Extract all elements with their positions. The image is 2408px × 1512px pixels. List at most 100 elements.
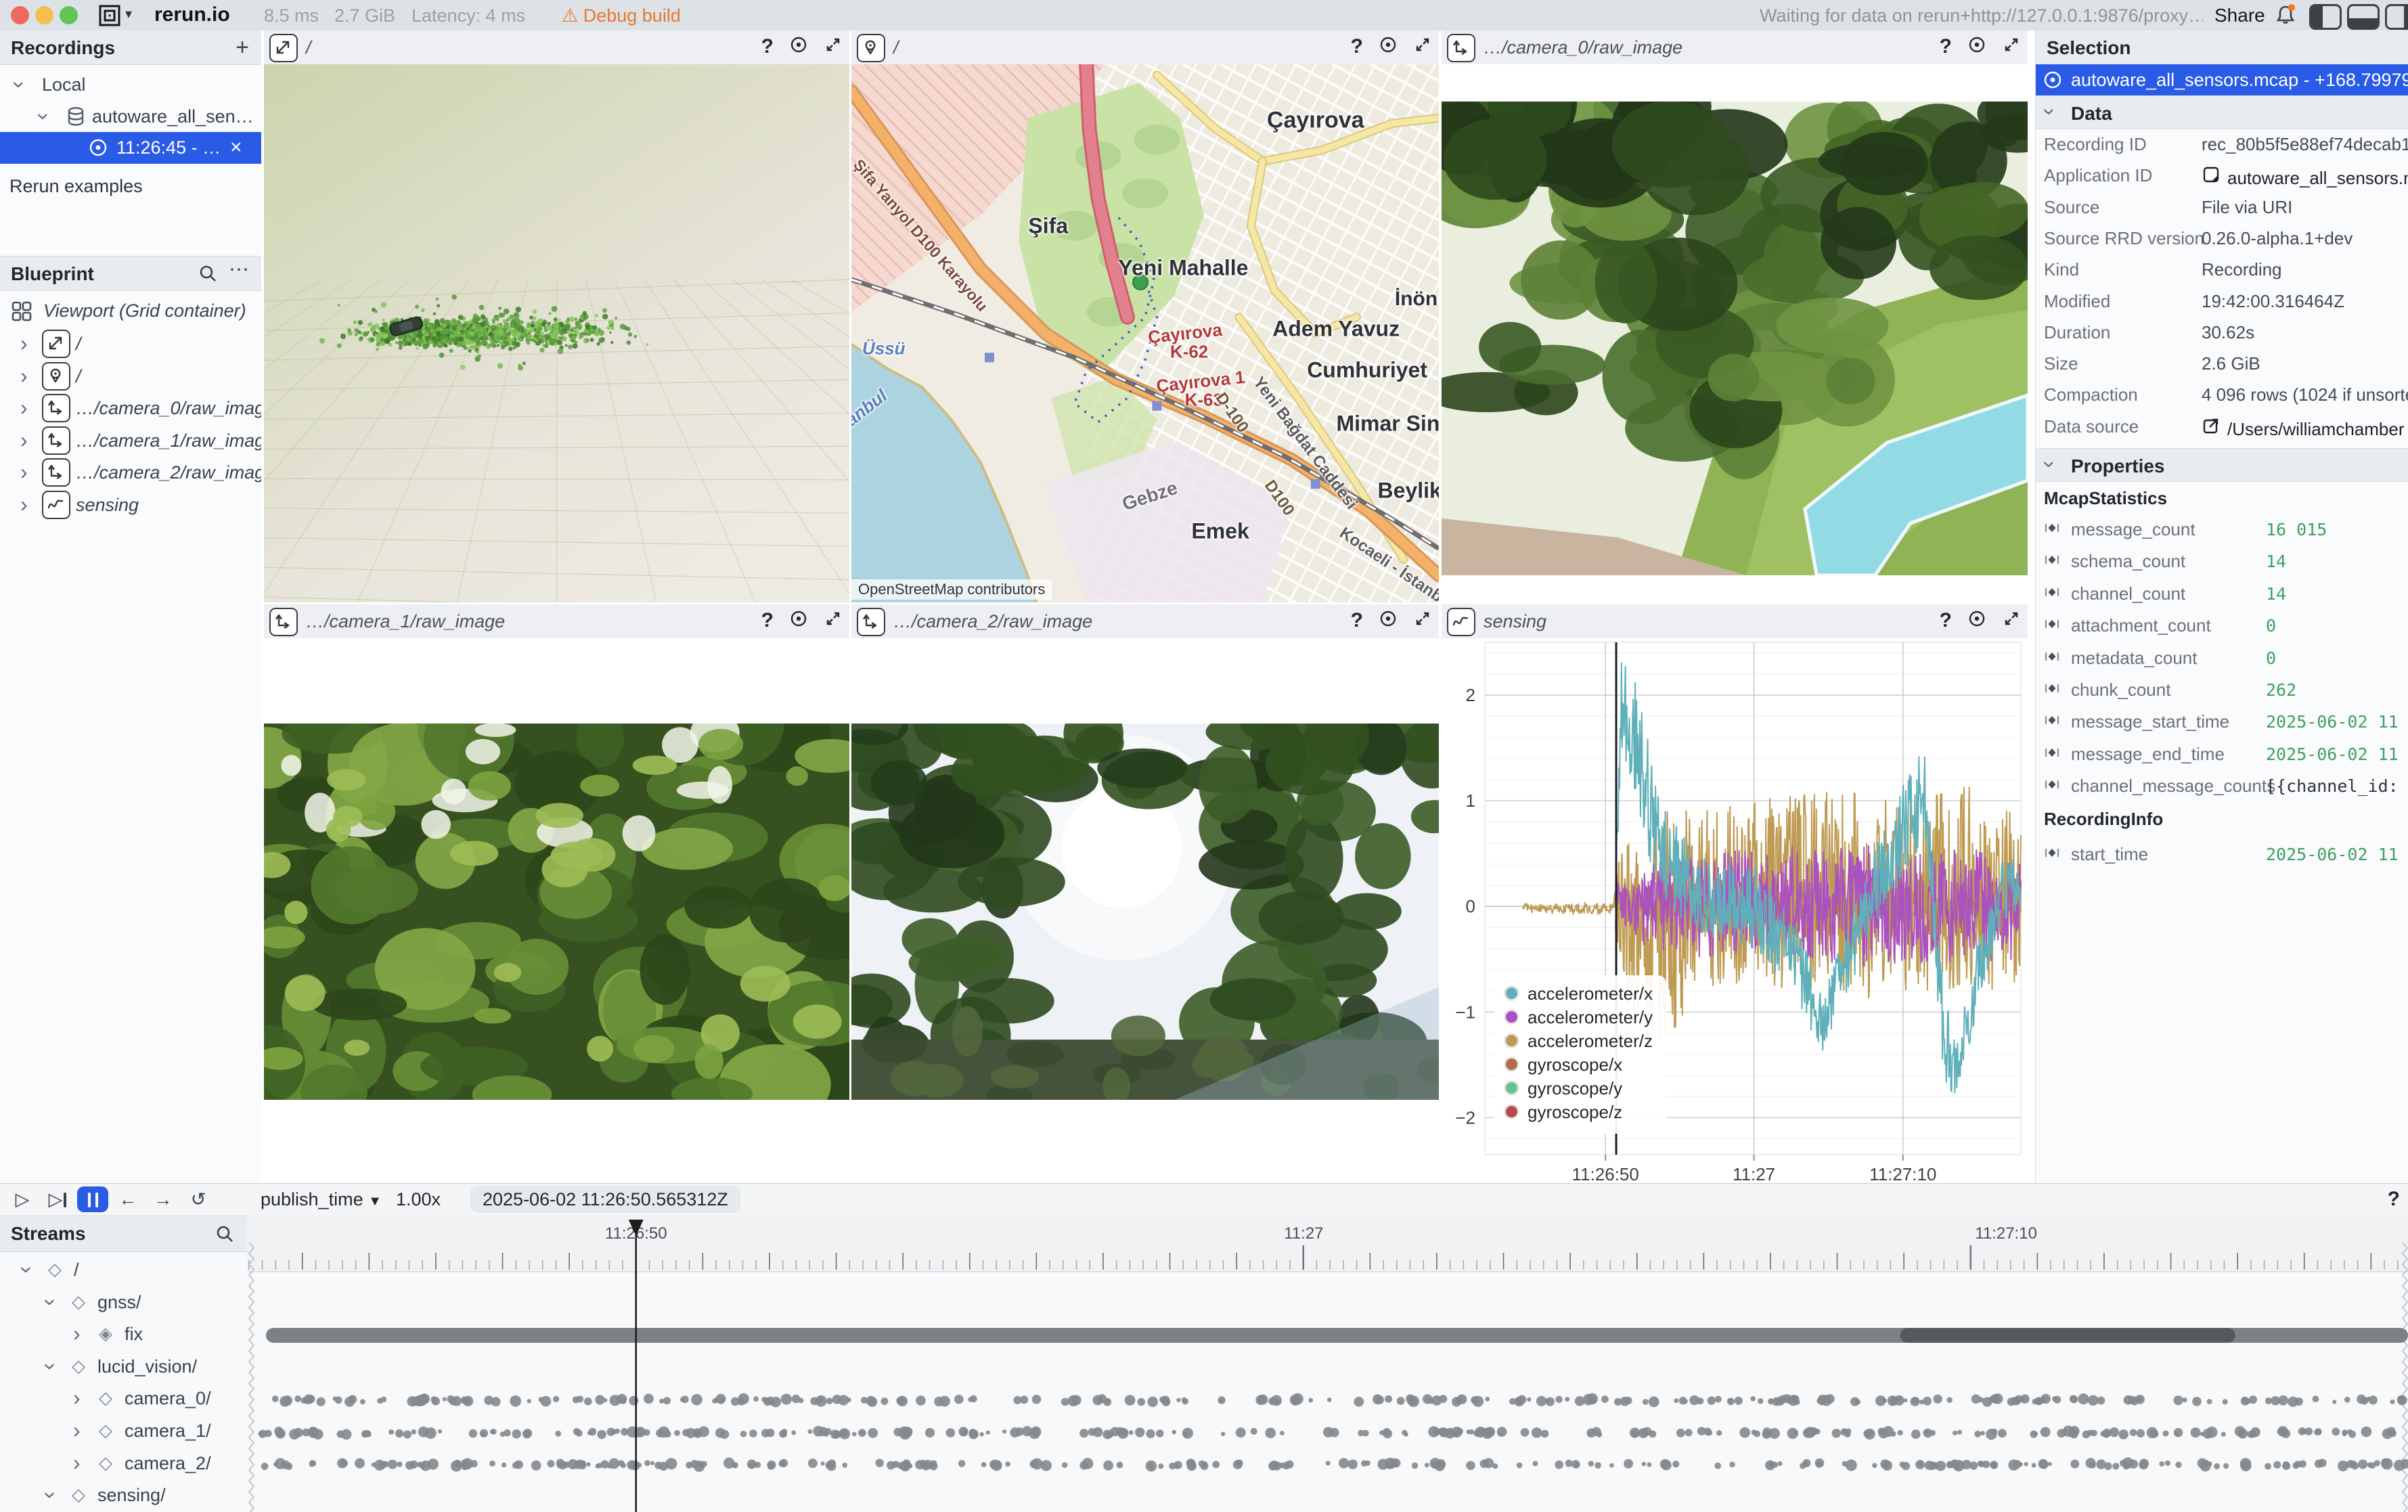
recording-row-selected[interactable]: 11:26:45 - … × [0, 132, 261, 164]
chevron-right-icon[interactable]: › [73, 1452, 81, 1473]
toggle-left-panel-icon[interactable] [2309, 4, 2342, 30]
maximize-view-icon[interactable] [1413, 609, 1432, 631]
pause-button[interactable] [77, 1186, 108, 1212]
chevron-down-icon[interactable]: › [40, 1363, 62, 1371]
search-icon[interactable] [215, 1224, 235, 1247]
view-camera-1-content[interactable] [264, 638, 849, 1174]
blueprint-item-sensing[interactable]: ›sensing [0, 489, 261, 520]
recordings-dataset-row[interactable]: › autoware_all_sen… [0, 101, 261, 132]
legend-item[interactable]: gyroscope/y [1504, 1078, 1653, 1102]
properties-section-header[interactable]: › Properties [2036, 448, 2408, 482]
legend-item[interactable]: accelerometer/z [1504, 1031, 1653, 1054]
step-forward-button[interactable]: → [148, 1186, 179, 1212]
stream-row-camera_0[interactable]: ›◇camera_0/ [0, 1382, 247, 1414]
visibility-eye-icon[interactable] [1378, 608, 1398, 632]
chevron-down-icon[interactable]: › [9, 81, 30, 89]
view-camera-0-content[interactable] [1442, 64, 2028, 602]
chevron-down-icon[interactable]: › [16, 1266, 38, 1274]
legend-item[interactable]: accelerometer/y [1504, 1007, 1653, 1031]
data-section-header[interactable]: › Data [2036, 95, 2408, 129]
loop-button[interactable]: ↺ [183, 1186, 214, 1212]
stream-row-fix[interactable]: ›◈fix [0, 1318, 247, 1350]
visibility-eye-icon[interactable] [1967, 35, 1987, 58]
toggle-right-panel-icon[interactable] [2385, 4, 2408, 30]
view-sensing-titlebar[interactable]: sensing? [1442, 604, 2028, 638]
blueprint-item-camera_1raw_image[interactable]: ›…/camera_1/raw_image [0, 425, 261, 456]
view-camera-2-content[interactable] [851, 638, 1439, 1174]
step-back-button[interactable]: ← [112, 1186, 143, 1212]
macos-close-button[interactable] [11, 6, 29, 24]
chevron-right-icon[interactable]: › [73, 1322, 81, 1344]
stream-row-camera_2[interactable]: ›◇camera_2/ [0, 1447, 247, 1479]
chevron-down-icon[interactable]: › [40, 1298, 62, 1306]
blueprint-item-camera_0raw_image[interactable]: ›…/camera_0/raw_image [0, 393, 261, 424]
recordings-group-local[interactable]: › Local [0, 69, 261, 100]
blueprint-item-map[interactable]: ›/ [0, 361, 261, 392]
chevron-right-icon[interactable]: › [20, 461, 28, 483]
chevron-right-icon[interactable]: › [20, 332, 28, 354]
chevron-right-icon[interactable]: › [20, 493, 28, 515]
rerun-examples-item[interactable]: Rerun examples [0, 169, 261, 200]
stream-row-sensing[interactable]: ›◇sensing/ [0, 1479, 247, 1511]
help-icon[interactable]: ? [1940, 35, 1952, 58]
current-time-field[interactable]: 2025-06-02 11:26:50.565312Z [470, 1186, 740, 1213]
visibility-eye-icon[interactable] [1967, 608, 1987, 632]
view-camera-0-titlebar[interactable]: …/camera_0/raw_image? [1442, 30, 2028, 64]
chevron-down-icon[interactable]: › [40, 1492, 62, 1499]
maximize-view-icon[interactable] [2002, 35, 2021, 58]
chevron-right-icon[interactable]: › [20, 429, 28, 451]
logo-menu-caret-icon[interactable]: ▾ [125, 5, 132, 22]
help-icon[interactable]: ? [761, 35, 774, 58]
stream-row-lucid_vision[interactable]: ›◇lucid_vision/ [0, 1350, 247, 1382]
help-icon[interactable]: ? [1351, 609, 1363, 632]
rerun-logo-icon[interactable] [97, 3, 122, 31]
chevron-down-icon[interactable]: › [33, 113, 55, 120]
help-icon[interactable]: ? [1940, 609, 1952, 632]
view-camera-1-titlebar[interactable]: …/camera_1/raw_image? [264, 604, 849, 638]
view-3d-content[interactable] [264, 64, 849, 602]
stream-row-camera_1[interactable]: ›◇camera_1/ [0, 1415, 247, 1446]
timeline-selector[interactable]: publish_time ▼ [261, 1189, 382, 1210]
visibility-eye-icon[interactable] [1378, 35, 1398, 58]
maximize-view-icon[interactable] [824, 609, 843, 631]
view-3d-titlebar[interactable]: /? [264, 30, 849, 64]
view-map-content[interactable]: ÇayırovaŞifaYeni MahalleİnönüAdem YavuzC… [851, 64, 1439, 602]
view-sensing-content[interactable]: 210−1−211:26:5011:2711:27:10acceleromete… [1442, 638, 2028, 1190]
row-value[interactable]: /Users/williamchamber [2202, 416, 2405, 440]
share-button[interactable]: Share [2214, 5, 2265, 26]
add-recording-button[interactable]: + [236, 35, 249, 61]
legend-item[interactable]: gyroscope/x [1504, 1054, 1653, 1078]
view-map-titlebar[interactable]: /? [851, 30, 1439, 64]
visibility-eye-icon[interactable] [788, 608, 809, 632]
chevron-right-icon[interactable]: › [20, 397, 28, 418]
step-to-end-button[interactable]: ▷ [42, 1186, 73, 1212]
maximize-view-icon[interactable] [824, 35, 843, 58]
blueprint-item-camera_2raw_image[interactable]: ›…/camera_2/raw_image [0, 457, 261, 488]
timeline-help-icon[interactable]: ? [2388, 1188, 2400, 1211]
search-icon[interactable] [198, 263, 218, 287]
legend-item[interactable]: gyroscope/z [1504, 1102, 1653, 1126]
visibility-eye-icon[interactable] [788, 35, 809, 58]
chevron-right-icon[interactable]: › [20, 365, 28, 386]
maximize-view-icon[interactable] [2002, 609, 2021, 631]
selected-item-row[interactable]: autoware_all_sensors.mcap - +168.79979 m [2036, 64, 2408, 95]
stream-row-gnss[interactable]: ›◇gnss/ [0, 1286, 247, 1318]
macos-zoom-button[interactable] [60, 6, 78, 24]
blueprint-viewport-row[interactable]: Viewport (Grid container) [0, 295, 261, 326]
help-icon[interactable]: ? [1351, 35, 1363, 58]
timeline-tracks[interactable]: 11:26:5011:2711:27:10 [247, 1216, 2408, 1512]
close-recording-icon[interactable]: × [230, 136, 242, 159]
stream-row-[interactable]: ›◇/ [0, 1253, 247, 1285]
row-value[interactable]: autoware_all_sensors.mcap [2202, 165, 2408, 189]
macos-minimize-button[interactable] [35, 6, 53, 24]
blueprint-item-spatial3d[interactable]: ›/ [0, 328, 261, 359]
maximize-view-icon[interactable] [1413, 35, 1432, 58]
chevron-right-icon[interactable]: › [73, 1419, 81, 1441]
view-camera-2-titlebar[interactable]: …/camera_2/raw_image? [851, 604, 1439, 638]
chevron-right-icon[interactable]: › [73, 1387, 81, 1408]
legend-item[interactable]: accelerometer/x [1504, 983, 1653, 1007]
toggle-bottom-panel-icon[interactable] [2347, 4, 2380, 30]
playback-speed[interactable]: 1.00x [396, 1189, 441, 1210]
help-icon[interactable]: ? [761, 609, 774, 632]
more-menu-icon[interactable]: ⋯ [229, 258, 250, 282]
